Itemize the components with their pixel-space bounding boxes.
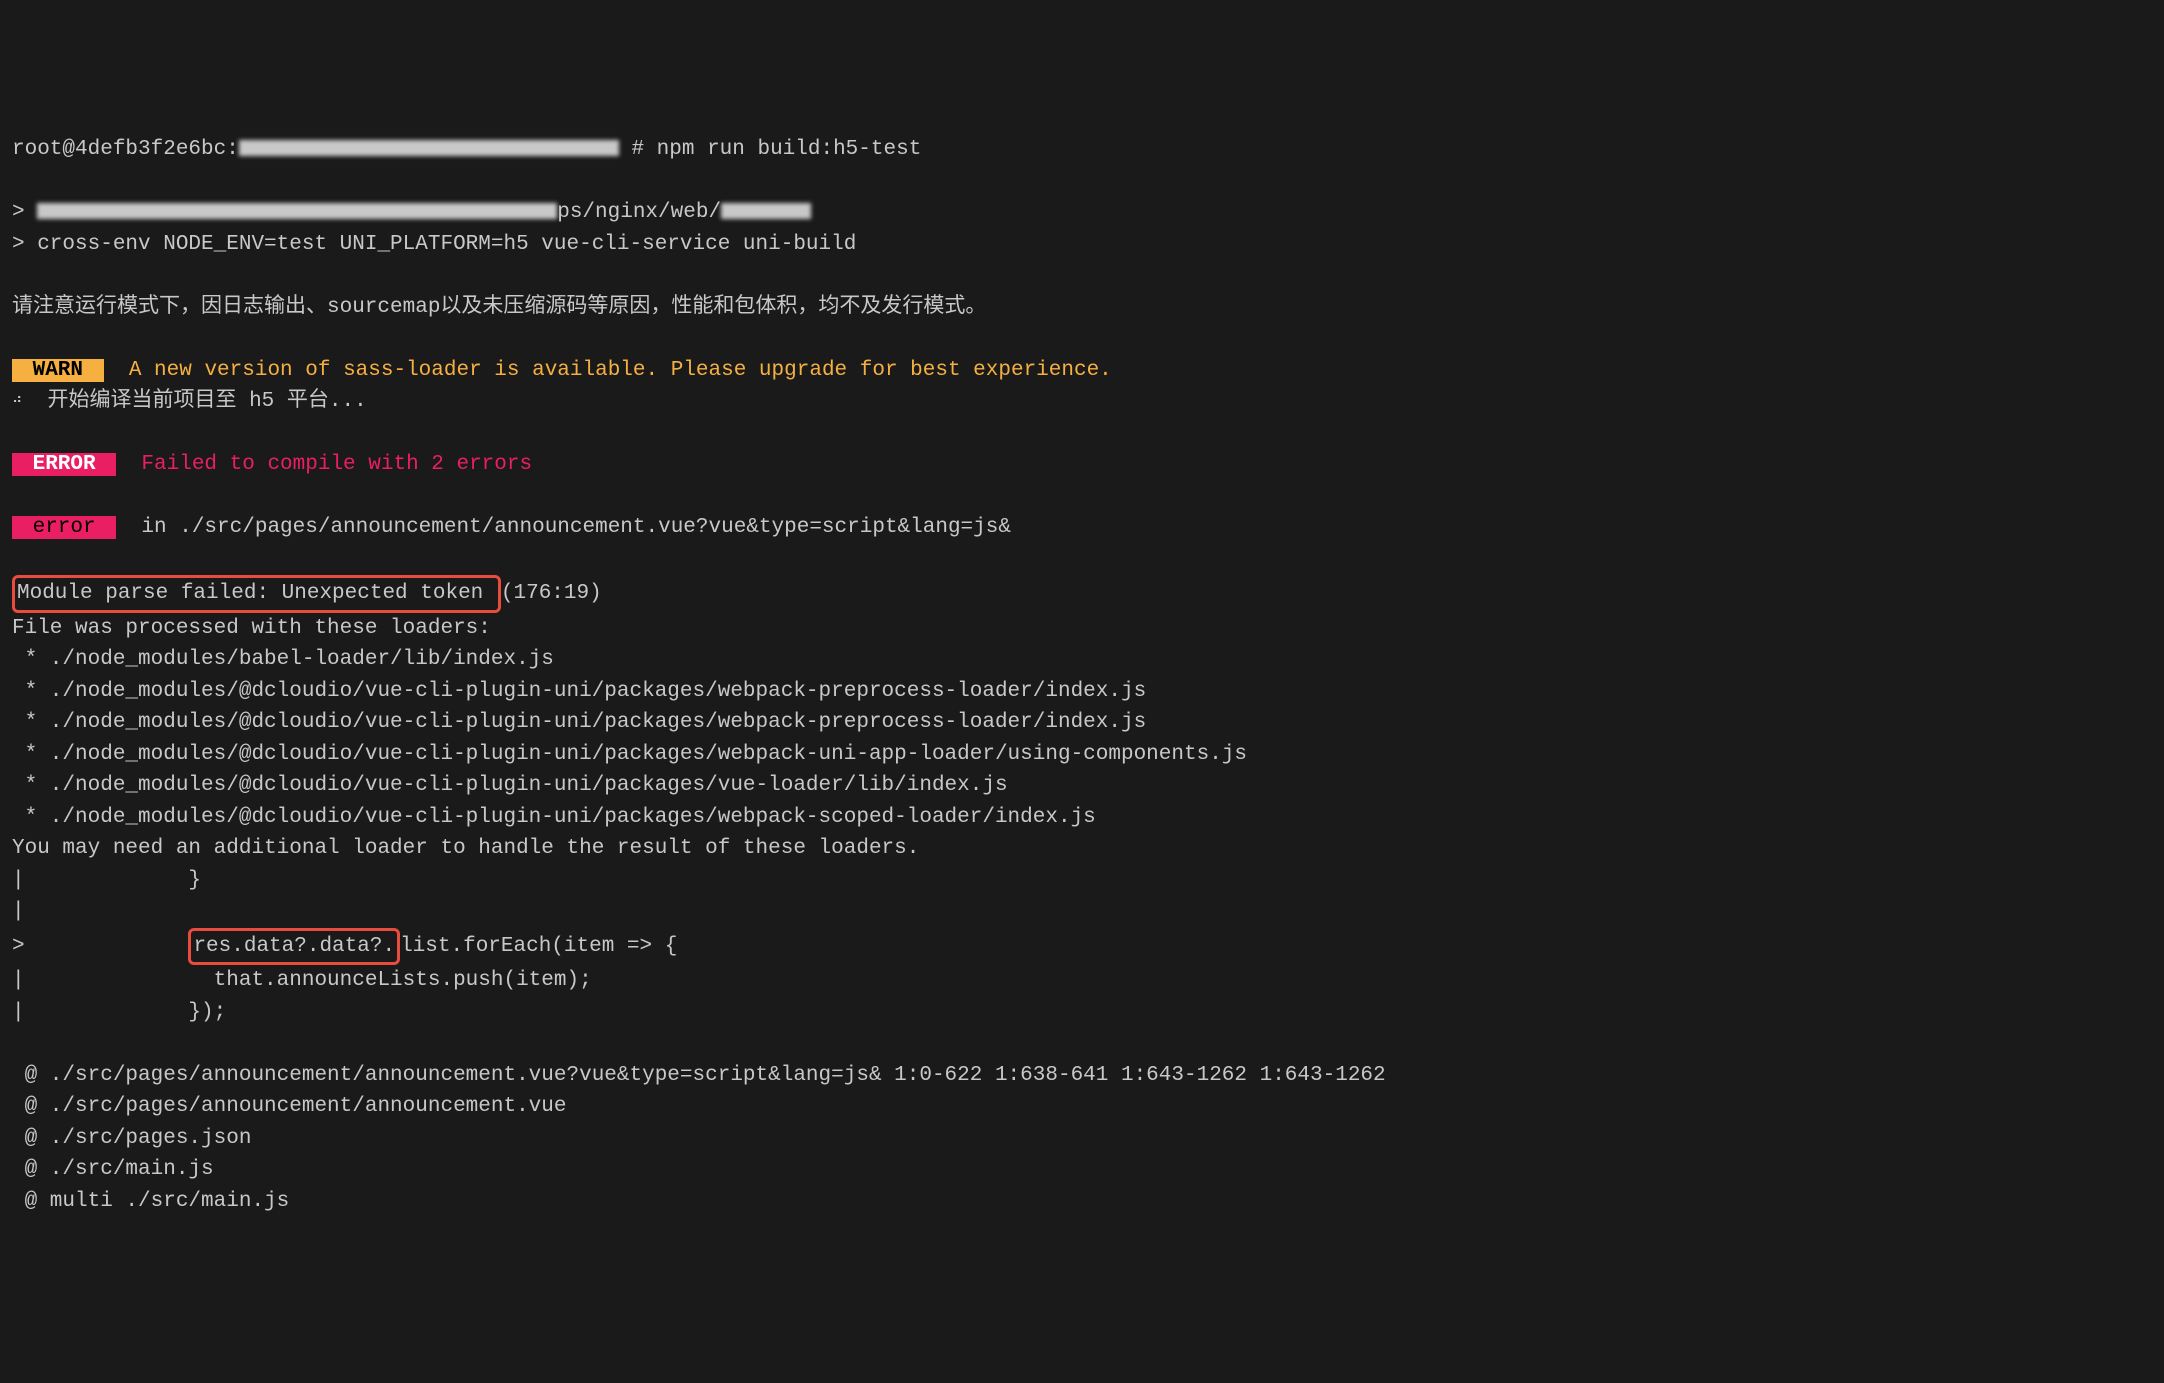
code-error-prefix: > (12, 935, 188, 958)
error-location: (176:19) (501, 582, 602, 605)
file-processed-line: File was processed with these loaders: (12, 617, 491, 640)
loader-line: * ./node_modules/@dcloudio/vue-cli-plugi… (12, 711, 1146, 734)
prompt-suffix: # (619, 138, 657, 161)
stack-at-line: @ ./src/pages/announcement/announcement.… (12, 1095, 567, 1118)
error-badge-lower: error (12, 516, 116, 539)
code-context-line: | that.announceLists.push(item); (12, 969, 592, 992)
terminal-output[interactable]: root@4defb3f2e6bc: # npm run build:h5-te… (12, 134, 2152, 1217)
loader-line: * ./node_modules/@dcloudio/vue-cli-plugi… (12, 774, 1008, 797)
notice-chinese: 请注意运行模式下，因日志输出、sourcemap以及未压缩源码等原因，性能和包体… (12, 296, 986, 319)
script-output-prefix: > (12, 201, 37, 224)
code-context-line: | }); (12, 1001, 226, 1024)
code-context-line: | (12, 900, 25, 923)
stack-at-line: @ ./src/pages.json (12, 1127, 251, 1150)
command-text: npm run build:h5-test (657, 138, 922, 161)
loader-line: * ./node_modules/@dcloudio/vue-cli-plugi… (12, 743, 1247, 766)
redacted-path (239, 140, 619, 156)
stack-at-line: @ ./src/main.js (12, 1158, 214, 1181)
error-badge: ERROR (12, 453, 116, 476)
loader-line: * ./node_modules/babel-loader/lib/index.… (12, 648, 554, 671)
compile-message: 开始编译当前项目至 h5 平台... (22, 390, 366, 413)
stack-at-line: @ multi ./src/main.js (12, 1190, 289, 1213)
spinner-icon: ⠴ (12, 392, 22, 408)
warn-message: A new version of sass-loader is availabl… (104, 359, 1112, 382)
highlight-module-parse-failed: Module parse failed: Unexpected token (12, 575, 501, 613)
error-message: Failed to compile with 2 errors (116, 453, 532, 476)
redacted-script-info (37, 203, 557, 219)
warn-badge: WARN (12, 359, 104, 382)
need-loader-line: You may need an additional loader to han… (12, 837, 919, 860)
loader-line: * ./node_modules/@dcloudio/vue-cli-plugi… (12, 680, 1146, 703)
script-path-mid: ps/nginx/web/ (557, 201, 721, 224)
code-context-line: | } (12, 869, 201, 892)
code-error-suffix: list.forEach(item => { (400, 935, 677, 958)
cross-env-command: > cross-env NODE_ENV=test UNI_PLATFORM=h… (12, 233, 856, 256)
stack-at-line: @ ./src/pages/announcement/announcement.… (12, 1064, 1386, 1087)
redacted-script-info2 (721, 203, 811, 219)
error-file-path: in ./src/pages/announcement/announcement… (116, 516, 1011, 539)
highlight-optional-chaining: res.data?.data?. (188, 928, 400, 966)
loader-line: * ./node_modules/@dcloudio/vue-cli-plugi… (12, 806, 1096, 829)
prompt-user: root@4defb3f2e6bc: (12, 138, 239, 161)
